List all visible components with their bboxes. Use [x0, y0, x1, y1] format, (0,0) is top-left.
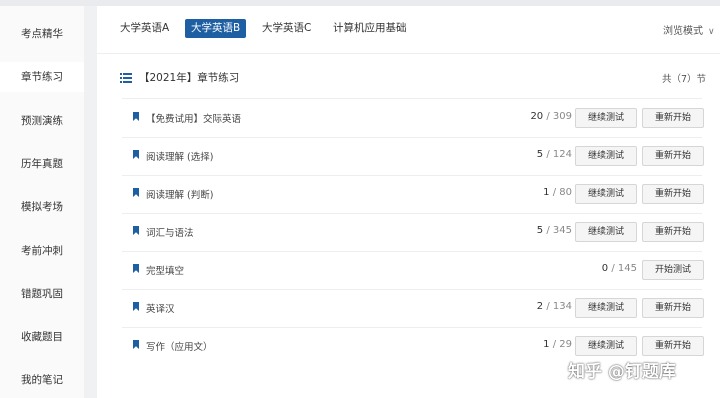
sidebar-item-sprint[interactable]: 考前冲刺 [0, 236, 84, 266]
main-panel: 大学英语A 大学英语B 大学英语C 计算机应用基础 浏览模式 ∨ 【2021年】章… [97, 6, 720, 398]
continue-test-button[interactable]: 继续测试 [575, 184, 637, 204]
watermark: 知乎 @钉题库 [568, 362, 676, 382]
tab-english-a[interactable]: 大学英语A [114, 19, 175, 38]
chapter-name: 完型填空 [146, 266, 185, 277]
bookmark-icon [133, 188, 139, 197]
continue-test-button[interactable]: 继续测试 [575, 222, 637, 242]
sidebar-item-notes[interactable]: 我的笔记 [0, 365, 84, 395]
subject-tabs: 大学英语A 大学英语B 大学英语C 计算机应用基础 浏览模式 ∨ [97, 6, 720, 54]
bookmark-icon [133, 264, 139, 273]
sidebar: 考点精华 章节练习 预测演练 历年真题 模拟考场 考前冲刺 错题巩固 收藏题目 … [0, 6, 84, 398]
sidebar-item-chapter-practice[interactable]: 章节练习 [0, 62, 84, 92]
sidebar-item-mistakes[interactable]: 错题巩固 [0, 279, 84, 309]
chapter-name: 词汇与语法 [146, 228, 194, 239]
start-test-button[interactable]: 开始测试 [642, 260, 704, 280]
chapter-row: 完型填空 0 / 145 开始测试 [122, 251, 704, 289]
sidebar-item-mock-exam[interactable]: 模拟考场 [0, 192, 84, 222]
bookmark-icon [133, 340, 139, 349]
chapter-progress: 1 / 29 [543, 339, 572, 350]
chapter-row: 阅读理解 (判断) 1 / 80 继续测试 重新开始 [122, 175, 704, 213]
sidebar-item-prediction[interactable]: 预测演练 [0, 106, 84, 136]
restart-button[interactable]: 重新开始 [642, 336, 704, 356]
chapter-progress: 5 / 345 [536, 225, 572, 236]
chapter-name: 写作（应用文） [146, 342, 213, 353]
bookmark-icon [133, 302, 139, 311]
tab-english-c[interactable]: 大学英语C [256, 19, 317, 38]
continue-test-button[interactable]: 继续测试 [575, 108, 637, 128]
chapter-name: 【免费试用】交际英语 [146, 114, 242, 125]
list-icon [120, 73, 132, 83]
bookmark-icon [133, 226, 139, 235]
chapter-name: 阅读理解 (选择) [146, 152, 214, 163]
restart-button[interactable]: 重新开始 [642, 222, 704, 242]
chapter-row: 词汇与语法 5 / 345 继续测试 重新开始 [122, 213, 704, 251]
browse-mode-label: 浏览模式 [663, 26, 703, 37]
restart-button[interactable]: 重新开始 [642, 146, 704, 166]
bookmark-icon [133, 112, 139, 121]
restart-button[interactable]: 重新开始 [642, 108, 704, 128]
chapter-row: 英译汉 2 / 134 继续测试 重新开始 [122, 289, 704, 327]
chapter-progress: 0 / 145 [601, 263, 637, 274]
restart-button[interactable]: 重新开始 [642, 184, 704, 204]
chapter-progress: 20 / 309 [530, 111, 572, 122]
continue-test-button[interactable]: 继续测试 [575, 298, 637, 318]
tab-english-b[interactable]: 大学英语B [185, 19, 247, 38]
sidebar-item-past-exams[interactable]: 历年真题 [0, 149, 84, 179]
chapter-progress: 2 / 134 [536, 301, 572, 312]
bookmark-icon [133, 150, 139, 159]
chapter-name: 英译汉 [146, 304, 175, 315]
sidebar-item-highlights[interactable]: 考点精华 [0, 19, 84, 49]
section-title: 【2021年】章节练习 [139, 72, 240, 84]
section-count: 共（7）节 [662, 74, 707, 85]
chapter-name: 阅读理解 (判断) [146, 190, 214, 201]
chapter-progress: 1 / 80 [543, 187, 572, 198]
chapter-progress: 5 / 124 [536, 149, 572, 160]
chapter-row: 【免费试用】交际英语 20 / 309 继续测试 重新开始 [122, 99, 704, 137]
browse-mode-dropdown[interactable]: 浏览模式 ∨ [663, 22, 715, 37]
chevron-down-icon: ∨ [708, 27, 715, 37]
chapter-row: 阅读理解 (选择) 5 / 124 继续测试 重新开始 [122, 137, 704, 175]
sidebar-item-favorites[interactable]: 收藏题目 [0, 322, 84, 352]
restart-button[interactable]: 重新开始 [642, 298, 704, 318]
tab-computer-basics[interactable]: 计算机应用基础 [327, 19, 413, 38]
continue-test-button[interactable]: 继续测试 [575, 336, 637, 356]
continue-test-button[interactable]: 继续测试 [575, 146, 637, 166]
